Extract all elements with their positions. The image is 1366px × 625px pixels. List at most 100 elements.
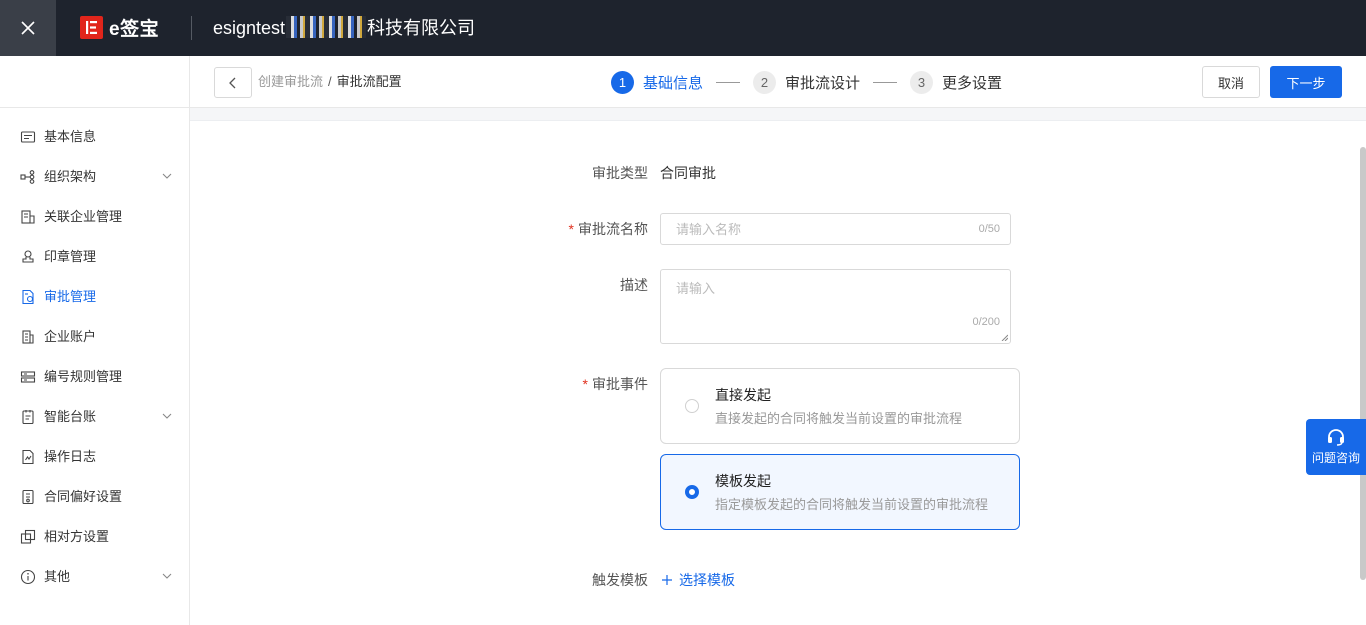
approval-event-label-text: 审批事件 [592, 376, 648, 392]
header-separator-band [190, 108, 1366, 121]
radio-button-selected[interactable] [685, 485, 699, 499]
approval-type-value: 合同审批 [660, 165, 716, 181]
contract-pref-icon [22, 489, 34, 505]
seal-icon [22, 250, 34, 263]
step-2: 2 审批流设计 [753, 70, 861, 94]
top-bar: e签宝 esigntest 科技有限公司 [0, 0, 1366, 56]
event-option-title: 直接发起 [715, 387, 771, 403]
flow-name-field[interactable]: 0/50 [660, 213, 1011, 245]
chevron-left-icon [229, 77, 236, 88]
building-link-icon [21, 210, 35, 224]
sidebar-item-label: 相对方设置 [44, 529, 110, 544]
breadcrumb-current: 审批流配置 [336, 74, 402, 89]
plus-icon [662, 575, 672, 585]
sidebar-item-label: 基本信息 [44, 129, 97, 144]
number-rule-icon [20, 371, 36, 383]
sidebar-item[interactable]: 相对方设置 [0, 517, 189, 557]
sidebar-item-label: 企业账户 [44, 329, 97, 344]
flow-name-label-text: 审批流名称 [578, 221, 648, 237]
step-connector [716, 81, 741, 83]
sidebar-item-label: 操作日志 [44, 449, 97, 464]
trigger-template-label: 触发模板 [592, 572, 648, 588]
sidebar-header [0, 56, 189, 108]
description-field[interactable]: 0/200 [660, 269, 1011, 344]
flow-name-label: * 审批流名称 [528, 219, 648, 239]
chevron-down-icon[interactable] [161, 170, 173, 182]
close-icon [21, 21, 35, 35]
organization-name: esigntest 科技有限公司 [213, 16, 475, 40]
step-3: 3 更多设置 [910, 70, 1003, 94]
event-option-template[interactable]: 模板发起 指定模板发起的合同将触发当前设置的审批流程 [660, 454, 1020, 530]
sidebar-item-label: 组织架构 [44, 169, 97, 184]
back-button[interactable] [214, 67, 252, 98]
sidebar-item[interactable]: 审批管理 [0, 277, 189, 317]
sidebar-item-label: 智能台账 [44, 409, 97, 424]
description-label: 描述 [620, 277, 648, 293]
flow-name-input[interactable] [661, 214, 951, 244]
sidebar-item-label: 审批管理 [44, 289, 97, 304]
org-tree-icon [20, 170, 35, 184]
sidebar-item[interactable]: 编号规则管理 [0, 357, 189, 397]
sidebar-item[interactable]: 操作日志 [0, 437, 189, 477]
sidebar-item-label: 合同偏好设置 [44, 489, 123, 504]
headset-icon [1328, 429, 1344, 446]
event-option-direct[interactable]: 直接发起 直接发起的合同将触发当前设置的审批流程 [660, 368, 1020, 444]
logo-mark-icon [80, 15, 103, 39]
event-option-title: 模板发起 [715, 473, 771, 489]
help-consult-button[interactable]: 问题咨询 [1306, 419, 1366, 475]
close-button[interactable] [0, 0, 56, 56]
approval-event-label: * 审批事件 [528, 374, 648, 394]
sidebar-item-label: 编号规则管理 [44, 369, 123, 384]
breadcrumb-parent[interactable]: 创建审批流 [258, 74, 323, 89]
breadcrumb-separator: / [328, 74, 332, 89]
logo-text: e签宝 [109, 18, 160, 40]
event-option-description: 直接发起的合同将触发当前设置的审批流程 [715, 411, 963, 426]
chevron-down-icon[interactable] [161, 570, 173, 582]
divider [191, 16, 192, 40]
sidebar-item[interactable]: 智能台账 [0, 397, 189, 437]
sidebar-item-label: 关联企业管理 [44, 209, 123, 224]
sidebar-item[interactable]: 企业账户 [0, 317, 189, 357]
next-step-button[interactable]: 下一步 [1270, 66, 1342, 98]
sidebar-item[interactable]: 组织架构 [0, 157, 189, 197]
step-number: 2 [753, 70, 777, 94]
approval-doc-icon [22, 289, 34, 305]
sidebar-item[interactable]: 关联企业管理 [0, 197, 189, 237]
description-textarea[interactable] [661, 270, 991, 330]
ledger-icon [22, 410, 34, 425]
enterprise-icon [22, 330, 34, 344]
required-mark: * [568, 221, 574, 237]
info-circle-icon [20, 569, 36, 585]
step-1: 1 基础信息 [611, 70, 704, 94]
profile-card-icon [20, 131, 36, 143]
breadcrumb: 创建审批流 / 审批流配置 [258, 74, 402, 90]
required-mark: * [582, 376, 588, 392]
flow-name-counter: 0/50 [978, 223, 1000, 235]
event-option-description: 指定模板发起的合同将触发当前设置的审批流程 [715, 497, 989, 512]
radio-button[interactable] [685, 399, 699, 413]
select-template-button[interactable]: 选择模板 [661, 570, 735, 590]
sidebar-item[interactable]: 基本信息 [0, 117, 189, 157]
description-counter: 0/200 [972, 316, 1000, 328]
chevron-down-icon[interactable] [161, 410, 173, 422]
scrollbar[interactable] [1360, 147, 1366, 580]
logo: e签宝 [80, 14, 159, 40]
step-label: 更多设置 [942, 74, 1003, 92]
step-label: 基础信息 [643, 74, 704, 92]
sidebar-item[interactable]: 其他 [0, 557, 189, 597]
step-number: 3 [910, 70, 934, 94]
sidebar-item[interactable]: 合同偏好设置 [0, 477, 189, 517]
select-template-label: 选择模板 [679, 572, 735, 588]
resize-grip-icon[interactable] [1001, 334, 1008, 341]
cancel-button[interactable]: 取消 [1202, 66, 1260, 98]
approval-type-label: 审批类型 [592, 165, 648, 181]
org-name-suffix: 科技有限公司 [367, 18, 476, 38]
org-name-prefix: esigntest [213, 18, 286, 38]
sidebar-item[interactable]: 印章管理 [0, 237, 189, 277]
sub-header: 创建审批流 / 审批流配置 1 基础信息 2 审批流设计 3 更多设置 取消 下一步 [190, 56, 1366, 108]
log-file-icon [22, 449, 34, 465]
redacted-mask [286, 16, 367, 38]
sidebar-item-label: 印章管理 [44, 249, 97, 264]
step-label: 审批流设计 [785, 74, 861, 92]
counterparty-icon [20, 529, 36, 544]
